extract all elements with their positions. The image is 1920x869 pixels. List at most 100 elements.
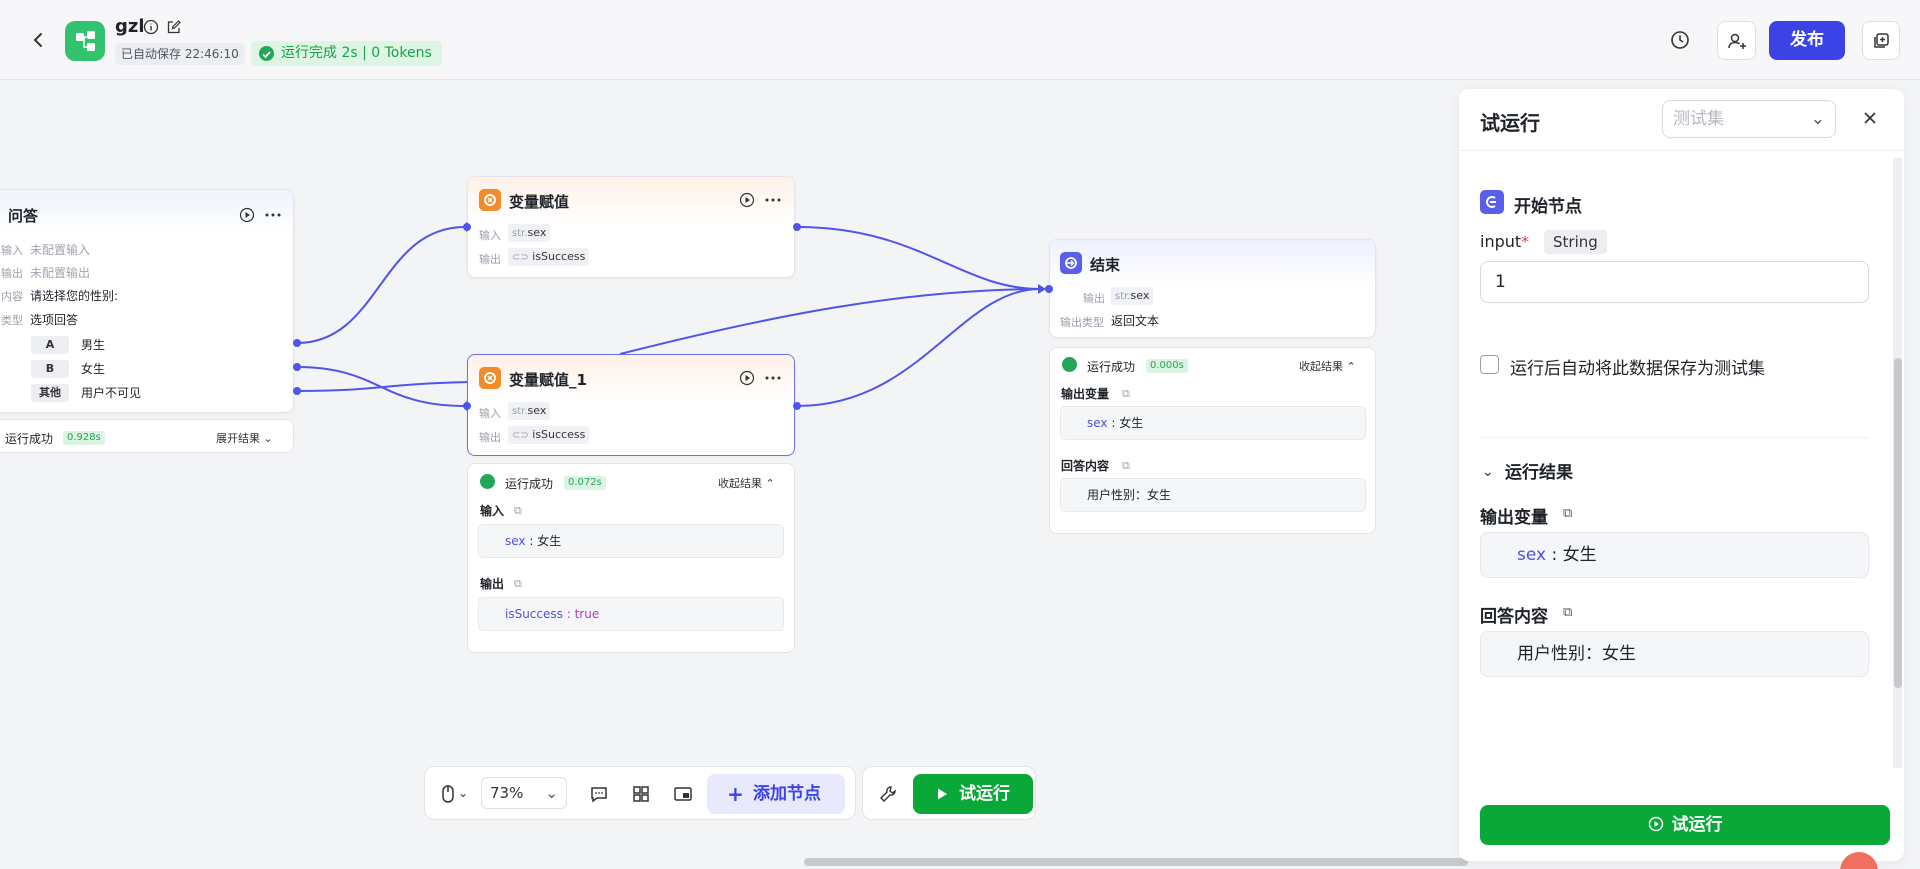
- panel-title: 试运行: [1480, 111, 1540, 135]
- qa-input-label: 输入: [1, 244, 23, 257]
- answer-content-box: 用户性别：女生: [1480, 631, 1869, 677]
- copy-icon[interactable]: ⧉: [1122, 387, 1130, 401]
- input-value-field[interactable]: 1: [1480, 261, 1869, 303]
- assign1-out-port[interactable]: [793, 223, 801, 231]
- assign1-in-port[interactable]: [463, 223, 471, 231]
- comment-icon[interactable]: [588, 783, 610, 805]
- end-run-status: 运行成功: [1087, 360, 1136, 374]
- more-icon[interactable]: [264, 207, 282, 223]
- assign-variable-icon: [479, 189, 501, 211]
- close-icon[interactable]: [1859, 107, 1881, 129]
- end-result-panel: 运行成功 0.000s 收起结果 ⌃ 输出变量 ⧉ sex : 女生 回答内容 …: [1049, 347, 1376, 534]
- assign1-input-tag: str.sex: [508, 224, 551, 242]
- end-in-port[interactable]: [1045, 285, 1053, 293]
- canvas-toolbar: ⌄ 73% ⌄ + 添加节点: [424, 766, 856, 820]
- assign2-collapse-button[interactable]: 收起结果 ⌃: [718, 475, 775, 491]
- publish-button[interactable]: 发布: [1769, 21, 1845, 60]
- play-icon[interactable]: [739, 370, 755, 386]
- layout-icon[interactable]: [630, 783, 652, 805]
- copy-icon[interactable]: ⧉: [514, 504, 522, 518]
- canvas-horizontal-scrollbar[interactable]: [804, 858, 1468, 866]
- zoom-select[interactable]: 73% ⌄: [481, 777, 567, 809]
- qa-output-label: 输出: [1, 267, 23, 280]
- qa-result-bar: 运行成功 0.928s 展开结果 ⌄: [0, 419, 294, 453]
- chevron-down-icon[interactable]: ⌄: [1482, 464, 1494, 480]
- copy-icon[interactable]: ⧉: [1563, 506, 1572, 521]
- test-run-button[interactable]: 试运行: [913, 774, 1033, 814]
- copy-icon[interactable]: ⧉: [514, 577, 522, 591]
- collaborator-icon[interactable]: [1717, 21, 1756, 60]
- assign2-run-time: 0.072s: [564, 476, 606, 490]
- panel-test-run-button[interactable]: 试运行: [1480, 805, 1890, 845]
- chevron-down-icon: ⌄: [545, 784, 558, 802]
- end-title: 结束: [1090, 256, 1121, 274]
- assign-node-1[interactable]: 变量赋值 输入 str.sex 输出 ⊂⊃ isSuccess: [467, 176, 795, 278]
- assign-node-2[interactable]: 变量赋值_1 输入 str.sex 输出 ⊂⊃ isSuccess: [467, 354, 795, 456]
- assign2-output-label: 输出: [479, 431, 501, 444]
- assign2-in-port[interactable]: [463, 402, 471, 410]
- toggle-icon: ⊂⊃: [512, 252, 529, 263]
- qa-port-other[interactable]: [293, 387, 301, 395]
- more-icon[interactable]: [764, 192, 782, 208]
- option-key-a: A: [31, 336, 69, 354]
- run-toolbar: 试运行: [862, 766, 1036, 820]
- test-run-label: 试运行: [959, 784, 1010, 804]
- end-res-output-label: 输出变量: [1061, 387, 1110, 401]
- copy-icon[interactable]: ⧉: [1122, 459, 1130, 473]
- history-icon[interactable]: [1663, 23, 1697, 57]
- assign2-output-tag: ⊂⊃ isSuccess: [508, 426, 590, 444]
- option-key-other: 其他: [31, 384, 69, 402]
- play-icon: [938, 788, 947, 800]
- end-output-tag: str.sex: [1111, 287, 1154, 305]
- end-collapse-button[interactable]: 收起结果 ⌃: [1299, 358, 1356, 374]
- play-icon[interactable]: [239, 207, 255, 223]
- end-node-icon: [1060, 252, 1082, 274]
- end-run-time: 0.000s: [1146, 359, 1188, 373]
- chevron-down-icon[interactable]: ⌄: [458, 786, 468, 800]
- qa-port-b[interactable]: [293, 363, 301, 371]
- assign1-input-label: 输入: [479, 229, 501, 242]
- end-res-answer-box: 用户性别：女生: [1060, 478, 1366, 512]
- edge-qa-a-to-assign1: [296, 226, 466, 344]
- assign2-result-panel: 运行成功 0.072s 收起结果 ⌃ 输入 ⧉ sex : 女生 输出 ⧉ is…: [467, 463, 795, 653]
- assign2-res-output-label: 输出: [480, 577, 505, 591]
- toggle-icon: ⊂⊃: [512, 430, 529, 441]
- run-results-title[interactable]: 运行结果: [1505, 458, 1573, 483]
- panel-scrollbar-thumb[interactable]: [1894, 358, 1902, 688]
- more-icon[interactable]: [764, 370, 782, 386]
- qa-expand-button[interactable]: 展开结果 ⌄: [216, 430, 273, 446]
- assign2-res-input-box: sex : 女生: [478, 524, 784, 558]
- assign2-collapse-label: 收起结果: [718, 477, 762, 490]
- start-node-title: 开始节点: [1514, 197, 1582, 217]
- end-res-output-box: sex : 女生: [1060, 406, 1366, 440]
- end-type-label: 输出类型: [1060, 316, 1104, 329]
- wrench-icon[interactable]: [877, 783, 899, 805]
- qa-input-value: 未配置输入: [30, 243, 91, 257]
- testset-select[interactable]: 测试集 ⌄: [1662, 100, 1836, 138]
- input-type-badge: String: [1544, 230, 1607, 254]
- copy-window-icon[interactable]: [1862, 21, 1900, 60]
- edge-assign1-to-end: [796, 226, 1041, 290]
- start-node-icon: [1480, 190, 1504, 214]
- add-node-button[interactable]: + 添加节点: [707, 774, 845, 814]
- divider: [1459, 150, 1904, 151]
- assign2-out-port[interactable]: [793, 402, 801, 410]
- qa-content-value: 请选择您的性别:: [30, 289, 119, 303]
- end-collapse-label: 收起结果: [1299, 360, 1343, 373]
- qa-type-value: 选项回答: [30, 313, 79, 327]
- play-icon[interactable]: [739, 192, 755, 208]
- save-as-testset-checkbox[interactable]: [1480, 355, 1499, 374]
- assign-variable-icon: [479, 367, 501, 389]
- qa-output-value: 未配置输出: [30, 266, 91, 280]
- minimap-icon[interactable]: [672, 783, 694, 805]
- play-circle-icon: [1648, 816, 1663, 832]
- copy-icon[interactable]: ⧉: [1563, 605, 1572, 620]
- edge-assign2-to-end: [796, 288, 1041, 407]
- qa-port-a[interactable]: [293, 339, 301, 347]
- test-run-panel: 试运行 测试集 ⌄ 开始节点 input* String 1 运行后自动将此数据保…: [1459, 89, 1904, 861]
- mouse-icon[interactable]: [437, 783, 459, 805]
- qa-expand-label: 展开结果: [216, 432, 260, 445]
- end-node[interactable]: 结束 输出 str.sex 输出类型 返回文本: [1049, 239, 1376, 338]
- add-node-label: 添加节点: [753, 784, 821, 804]
- qa-node[interactable]: 问答 输入 未配置输入 输出 未配置输出 内容 请选择您的性别: 类型 选项回答…: [0, 189, 294, 413]
